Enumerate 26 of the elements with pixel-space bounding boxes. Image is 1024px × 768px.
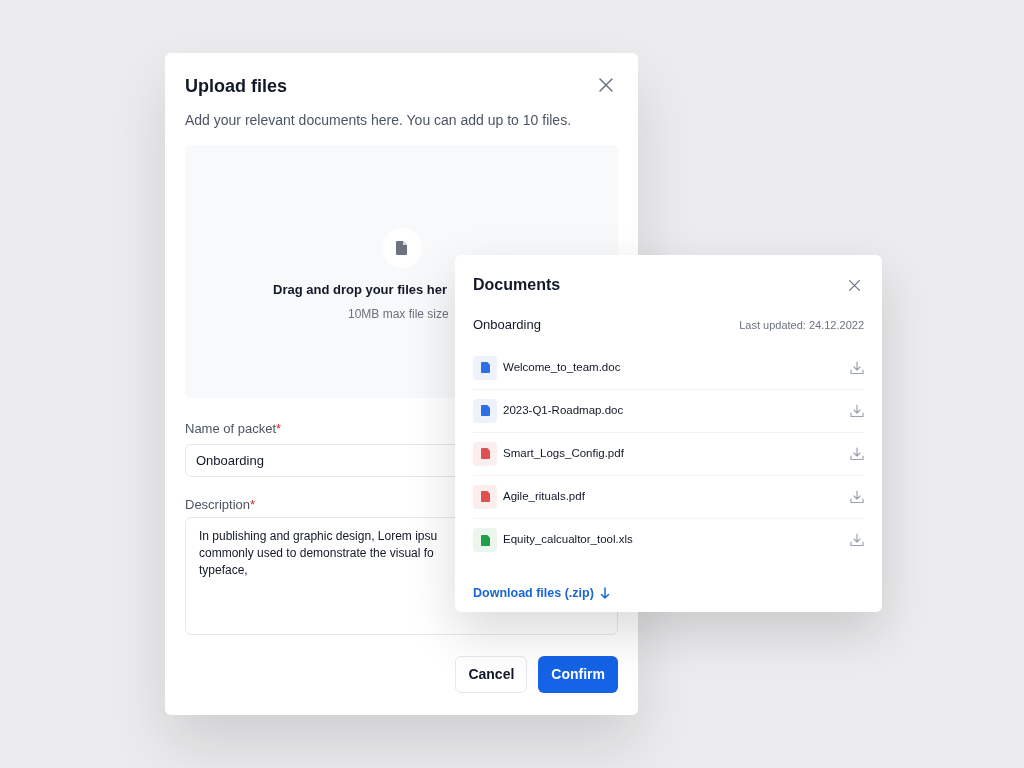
file-icon [473,355,497,380]
confirm-button[interactable]: Confirm [538,656,618,693]
dropzone-text: Drag and drop your files her [273,281,448,299]
file-icon [473,398,497,423]
file-icon [473,441,497,466]
file-name: Agile_rituals.pdf [503,488,586,504]
download-icon[interactable] [850,533,864,547]
download-zip-link[interactable]: Download files (.zip) [473,583,610,603]
packet-name: Onboarding [473,316,541,334]
download-icon[interactable] [850,360,864,375]
download-icon[interactable] [850,489,864,504]
file-name: 2023-Q1-Roadmap.doc [503,402,625,418]
file-icon [473,484,497,509]
dialog-title: Upload files [185,75,287,98]
file-icon [381,228,422,268]
download-icon[interactable] [850,446,864,461]
dialog-subtitle: Add your relevant documents here. You can add up to 10 files. [185,111,573,130]
field-label: Name of packet* [185,420,282,438]
dropzone-hint: 10MB max file size [348,305,449,323]
cancel-button[interactable]: Cancel [455,656,528,693]
field-label: Description* [185,495,256,514]
download-icon[interactable] [850,403,864,418]
file-icon [473,528,497,552]
last-updated: Last updated: 24.12.2022 [739,317,864,333]
arrow-down-icon [599,586,610,599]
panel-title: Documents [473,275,561,295]
